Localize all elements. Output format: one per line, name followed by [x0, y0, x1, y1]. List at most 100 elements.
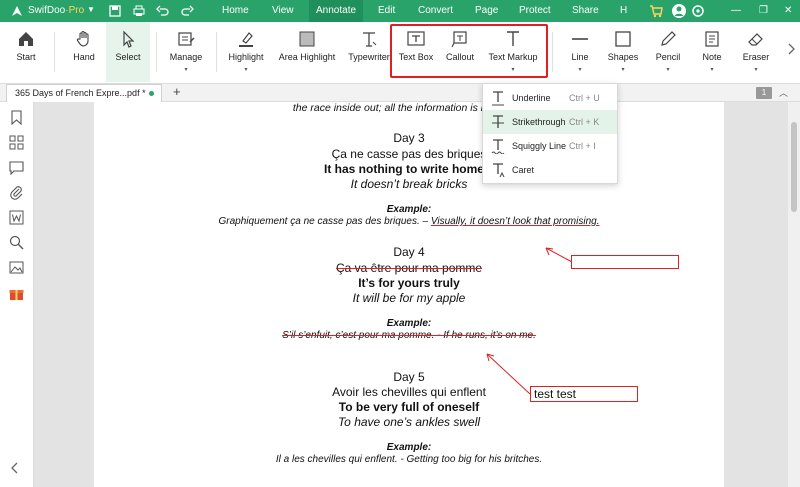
example-label: Example: [386, 442, 432, 453]
user-avatar-icon[interactable] [671, 3, 687, 19]
typewriter-icon [363, 32, 377, 47]
note-icon [705, 31, 719, 47]
swifdoo-logo-icon [12, 6, 22, 16]
attachment-icon[interactable] [9, 185, 24, 200]
pdf-page[interactable]: the race inside out; all the information… [94, 102, 724, 487]
menu-edit[interactable]: Edit [371, 0, 402, 22]
select-button[interactable]: Select [106, 22, 150, 82]
line-button[interactable]: Line ▾ [562, 22, 598, 82]
hand-icon [76, 30, 89, 47]
cursor-icon [123, 30, 135, 48]
strikethrough-icon [492, 115, 504, 128]
toolbar-divider [54, 32, 55, 72]
eraser-button[interactable]: Eraser ▾ [738, 22, 774, 82]
search-icon[interactable] [9, 235, 24, 250]
vertical-scrollbar[interactable] [788, 102, 800, 487]
example-sentence-strikethrough[interactable]: S’il s’enfuit, c’est pour ma pomme. - If… [94, 330, 724, 341]
start-button[interactable]: Start [6, 22, 46, 82]
day-heading: Day 5 [393, 370, 425, 384]
menu-share[interactable]: Share [565, 0, 606, 22]
area-highlight-button[interactable]: Area Highlight [273, 22, 341, 82]
print-icon[interactable] [132, 4, 146, 18]
document-tab-bar: 365 Days of French Expre...pdf * + 1 ︿ [0, 84, 800, 102]
line-icon [572, 38, 588, 40]
menu-home[interactable]: Home [215, 0, 256, 22]
example-label: Example: [386, 318, 432, 329]
eraser-icon [748, 33, 763, 46]
pencil-button[interactable]: Pencil ▾ [650, 22, 686, 82]
toolbar-divider [552, 32, 553, 72]
toolbar-divider [156, 32, 157, 72]
typewriter-button[interactable]: Typewriter [344, 22, 394, 82]
tool-group-highlight-frame [390, 24, 548, 78]
phrase-meaning: It’s for yours truly [358, 276, 460, 290]
dropdown-item-squiggly-line[interactable]: Squiggly Line Ctrl + I [483, 134, 617, 158]
underline-icon [492, 91, 504, 106]
menu-page[interactable]: Page [468, 0, 505, 22]
area-highlight-icon [299, 31, 315, 47]
page-number-badge: 1 [756, 87, 772, 99]
minimize-button[interactable]: — [724, 0, 748, 22]
literal-translation: It doesn’t break bricks [350, 177, 468, 191]
title-bar: SwifDoo·Pro ▼ Home View Annotate Edit Co… [0, 0, 800, 22]
bookmark-icon[interactable] [9, 110, 24, 125]
image-icon[interactable] [9, 260, 24, 275]
settings-icon[interactable] [690, 3, 706, 19]
day-heading: Day 3 [393, 131, 425, 145]
menu-help[interactable]: H [613, 0, 634, 22]
undo-icon[interactable] [156, 4, 170, 18]
highlight-button[interactable]: Highlight ▾ [222, 22, 270, 82]
callout-arrowhead [486, 353, 495, 362]
callout-text-box[interactable] [571, 255, 679, 269]
thumbnails-icon[interactable] [9, 135, 24, 150]
menu-view[interactable]: View [265, 0, 301, 22]
text-markup-dropdown: Underline Ctrl + U Strikethrough Ctrl + … [482, 83, 618, 184]
literal-translation: It will be for my apple [352, 291, 466, 305]
highlight-icon [239, 32, 253, 47]
menu-convert[interactable]: Convert [411, 0, 460, 22]
shapes-icon [615, 31, 631, 47]
toolbar-divider [216, 32, 217, 72]
phrase-meaning: To be very full of oneself [338, 400, 480, 414]
shapes-button[interactable]: Shapes ▾ [604, 22, 642, 82]
app-menu-dropdown[interactable]: ▼ [87, 5, 95, 14]
callout-text-box[interactable]: test test [530, 386, 638, 402]
hand-button[interactable]: Hand [64, 22, 104, 82]
menu-protect[interactable]: Protect [512, 0, 558, 22]
chevron-left-icon[interactable] [11, 462, 19, 474]
dropdown-item-caret[interactable]: Caret [483, 158, 617, 182]
chevron-right-icon[interactable] [786, 42, 796, 56]
note-button[interactable]: Note ▾ [696, 22, 728, 82]
text-line: the race inside out; all the information… [292, 102, 526, 114]
save-icon[interactable] [108, 4, 122, 18]
literal-translation: To have one’s ankles swell [337, 415, 481, 429]
menu-annotate[interactable]: Annotate [309, 0, 364, 22]
french-phrase: Ça ne casse pas des briques [331, 147, 487, 161]
manage-icon [178, 32, 195, 46]
home-icon [19, 32, 33, 46]
document-canvas[interactable]: the race inside out; all the information… [34, 102, 800, 487]
restore-button[interactable]: ❐ [752, 0, 775, 22]
example-label: Example: [386, 204, 432, 215]
pencil-icon [661, 31, 676, 46]
collapse-up-icon[interactable]: ︿ [779, 86, 788, 99]
gift-icon[interactable] [9, 286, 24, 301]
left-sidebar [0, 102, 34, 487]
document-tab[interactable]: 365 Days of French Expre...pdf * [6, 84, 162, 102]
manage-button[interactable]: Manage ▾ [164, 22, 208, 82]
example-sentence: Graphiquement ça ne casse pas des brique… [218, 216, 600, 227]
add-tab-button[interactable]: + [173, 84, 181, 99]
word-icon[interactable] [9, 210, 24, 225]
phrase-meaning: It has nothing to write home a [323, 162, 494, 176]
redo-icon[interactable] [180, 4, 194, 18]
comment-icon[interactable] [9, 160, 24, 175]
underlined-text[interactable]: Visually, it doesn’t look that promising… [431, 216, 600, 227]
dropdown-item-underline[interactable]: Underline Ctrl + U [483, 86, 617, 110]
squiggly-line-icon [491, 139, 505, 154]
close-button[interactable]: ✕ [777, 0, 799, 22]
scrollbar-thumb[interactable] [791, 122, 797, 212]
cart-icon[interactable] [648, 3, 664, 19]
app-name[interactable]: SwifDoo·Pro [28, 5, 84, 16]
example-sentence: Il a les chevilles qui enflent. - Gettin… [275, 454, 543, 465]
dropdown-item-strikethrough[interactable]: Strikethrough Ctrl + K [483, 110, 617, 134]
